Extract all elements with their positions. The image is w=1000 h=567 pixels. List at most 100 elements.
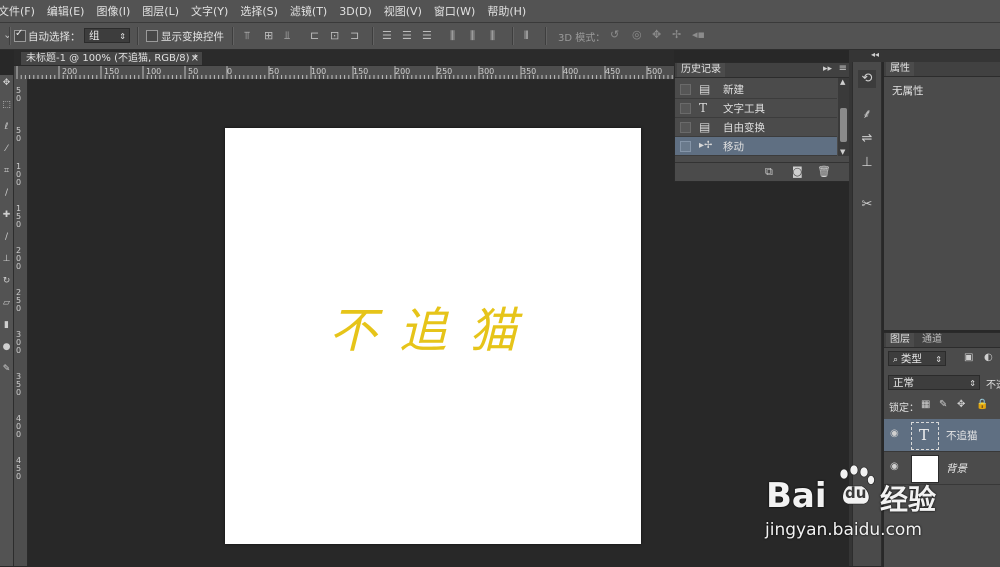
eyedropper-tool-icon[interactable]: / [1, 188, 12, 199]
delete-state-icon[interactable]: 🗑 [817, 165, 831, 178]
new-snapshot-icon[interactable]: ◙ [792, 165, 803, 178]
dock-header: ◂◂ [849, 50, 1000, 62]
menu-type[interactable]: 文字(Y) [185, 3, 234, 19]
menu-help[interactable]: 帮助(H) [481, 3, 532, 19]
paragraph-panel-icon[interactable]: ⊥ [858, 154, 876, 172]
new-document-from-state-icon[interactable]: ⧉ [765, 165, 773, 179]
eye-icon[interactable]: ◉ [890, 429, 902, 439]
3d-pan-icon[interactable]: ✥ [652, 29, 661, 41]
quick-select-tool-icon[interactable]: ⁄ [1, 144, 12, 155]
vertical-ruler[interactable]: 5 0 5 0 1 0 0 1 5 0 2 0 0 2 5 0 3 0 0 3 … [14, 79, 28, 566]
history-panel-icon[interactable]: ⟲ [858, 70, 876, 88]
menu-edit[interactable]: 编辑(E) [41, 3, 91, 19]
history-snapshot-checkbox[interactable] [680, 84, 691, 95]
brush-tool-icon[interactable]: ∕ [1, 232, 12, 243]
close-tab-icon[interactable]: × [191, 52, 199, 66]
watermark-brand-2: du [845, 484, 867, 502]
watermark-url: jingyan.baidu.com [765, 520, 922, 540]
3d-roll-icon[interactable]: ◎ [632, 29, 642, 41]
history-scrollbar[interactable]: ▲ ▼ [838, 78, 849, 156]
properties-tab[interactable]: 属性 [886, 62, 914, 76]
distribute-hcenter-icon[interactable]: ⫼ [470, 30, 475, 42]
auto-select-dropdown[interactable]: 组 ⇕ [84, 28, 130, 43]
blend-mode-dropdown[interactable]: 正常 ⇕ [888, 375, 980, 390]
history-item-label: 文字工具 [723, 103, 765, 115]
distribute-top-icon[interactable]: ☰ [382, 30, 392, 42]
canvas-text-layer[interactable]: 不追猫 [329, 291, 539, 361]
menu-filter[interactable]: 滤镜(T) [284, 3, 333, 19]
menu-window[interactable]: 窗口(W) [428, 3, 481, 19]
adjustments-panel-icon[interactable]: ⇌ [858, 130, 876, 148]
menu-view[interactable]: 视图(V) [378, 3, 428, 19]
distribute-bottom-icon[interactable]: ☰ [422, 30, 432, 42]
channels-tab[interactable]: 通道 [918, 333, 946, 347]
marquee-tool-icon[interactable]: ⬚ [1, 100, 12, 111]
layers-tab[interactable]: 图层 [886, 333, 914, 347]
history-snapshot-checkbox[interactable] [680, 141, 691, 152]
brush-panel-icon[interactable]: ⸙ [858, 106, 876, 124]
history-brush-tool-icon[interactable]: ↻ [1, 276, 12, 287]
scroll-up-icon[interactable]: ▲ [840, 78, 845, 86]
align-right-icon[interactable]: ⊐ [350, 30, 359, 42]
auto-select-checkbox[interactable] [14, 28, 26, 42]
lasso-tool-icon[interactable]: ℓ [1, 122, 12, 133]
scroll-down-icon[interactable]: ▼ [840, 148, 845, 156]
lock-image-icon[interactable]: ✎ [939, 399, 947, 410]
auto-align-icon[interactable]: ⫴ [524, 30, 529, 42]
filter-image-icon[interactable]: ▣ [964, 352, 973, 363]
eraser-tool-icon[interactable]: ▱ [1, 298, 12, 309]
align-vcenter-icon[interactable]: ⊞ [264, 30, 273, 42]
menu-image[interactable]: 图像(I) [90, 3, 136, 19]
properties-panel-header: 属性 [884, 62, 1000, 77]
3d-rotate-icon[interactable]: ↺ [610, 29, 619, 41]
clone-stamp-tool-icon[interactable]: ⊥ [1, 254, 12, 265]
document-tab[interactable]: 未标题-1 @ 100% (不追猫, RGB/8) * × [20, 51, 203, 65]
show-transform-checkbox[interactable] [146, 30, 158, 42]
tools-preset-icon[interactable]: ✂ [858, 196, 876, 214]
ruler-label: 500 [647, 67, 663, 76]
history-snapshot-checkbox[interactable] [680, 122, 691, 133]
distribute-vcenter-icon[interactable]: ☰ [402, 30, 412, 42]
move-tool-icon[interactable]: ✥ [1, 78, 12, 89]
panel-menu-icon[interactable]: ≡ [839, 63, 847, 74]
layer-filter-dropdown[interactable]: ⌕ 类型 ⇕ [888, 351, 946, 366]
align-top-icon[interactable]: ⫪ [244, 30, 250, 42]
lock-all-icon[interactable]: 🔒 [976, 399, 988, 410]
healing-tool-icon[interactable]: ✚ [1, 210, 12, 221]
auto-select-value: 组 [89, 30, 100, 42]
menu-3d[interactable]: 3D(D) [333, 5, 378, 18]
history-item-label: 自由变换 [723, 122, 765, 134]
3d-scale-icon[interactable]: ◂▪ [692, 29, 705, 41]
lock-transparent-icon[interactable]: ▦ [921, 399, 930, 410]
history-item[interactable]: T 文字工具 [675, 99, 837, 118]
dock-collapse-icon[interactable]: ◂◂ [871, 50, 879, 59]
panel-collapse-icon[interactable]: ▸▸ [823, 64, 832, 74]
tools-panel: ✥ ⬚ ℓ ⁄ ⌗ / ✚ ∕ ⊥ ↻ ▱ ▮ ● ✎ [0, 75, 14, 566]
align-hcenter-icon[interactable]: ⊡ [330, 30, 339, 42]
history-item[interactable]: ▤ 自由变换 [675, 118, 837, 137]
document-icon: ▤ [699, 120, 711, 134]
history-item[interactable]: ▤ 新建 [675, 80, 837, 99]
menu-layer[interactable]: 图层(L) [136, 3, 185, 19]
pen-tool-icon[interactable]: ✎ [1, 364, 12, 375]
lock-position-icon[interactable]: ✥ [957, 399, 965, 410]
dodge-tool-icon[interactable]: ● [1, 342, 12, 353]
distribute-left-icon[interactable]: ⫼ [450, 30, 455, 42]
align-bottom-icon[interactable]: ⫫ [284, 30, 290, 42]
3d-slide-icon[interactable]: ✢ [672, 29, 681, 41]
menu-file[interactable]: 文件(F) [0, 3, 41, 19]
history-tab[interactable]: 历史记录 [677, 63, 725, 77]
horizontal-ruler[interactable]: 200 150 100 50 0 50 100 150 200 250 300 … [14, 66, 674, 80]
distribute-right-icon[interactable]: ⫼ [490, 30, 495, 42]
filter-adjustment-icon[interactable]: ◐ [984, 352, 993, 363]
crop-tool-icon[interactable]: ⌗ [1, 166, 12, 177]
history-snapshot-checkbox[interactable] [680, 103, 691, 114]
gradient-tool-icon[interactable]: ▮ [1, 320, 12, 331]
menu-select[interactable]: 选择(S) [234, 3, 284, 19]
layer-row[interactable]: ◉ T 不追猫 [884, 419, 1000, 452]
layer-name[interactable]: 不追猫 [946, 428, 978, 443]
history-item-active[interactable]: ▸✢ 移动 [675, 137, 837, 156]
scrollbar-thumb[interactable] [840, 108, 847, 142]
document-canvas[interactable]: 不追猫 [225, 128, 641, 544]
align-left-icon[interactable]: ⊏ [310, 30, 319, 42]
